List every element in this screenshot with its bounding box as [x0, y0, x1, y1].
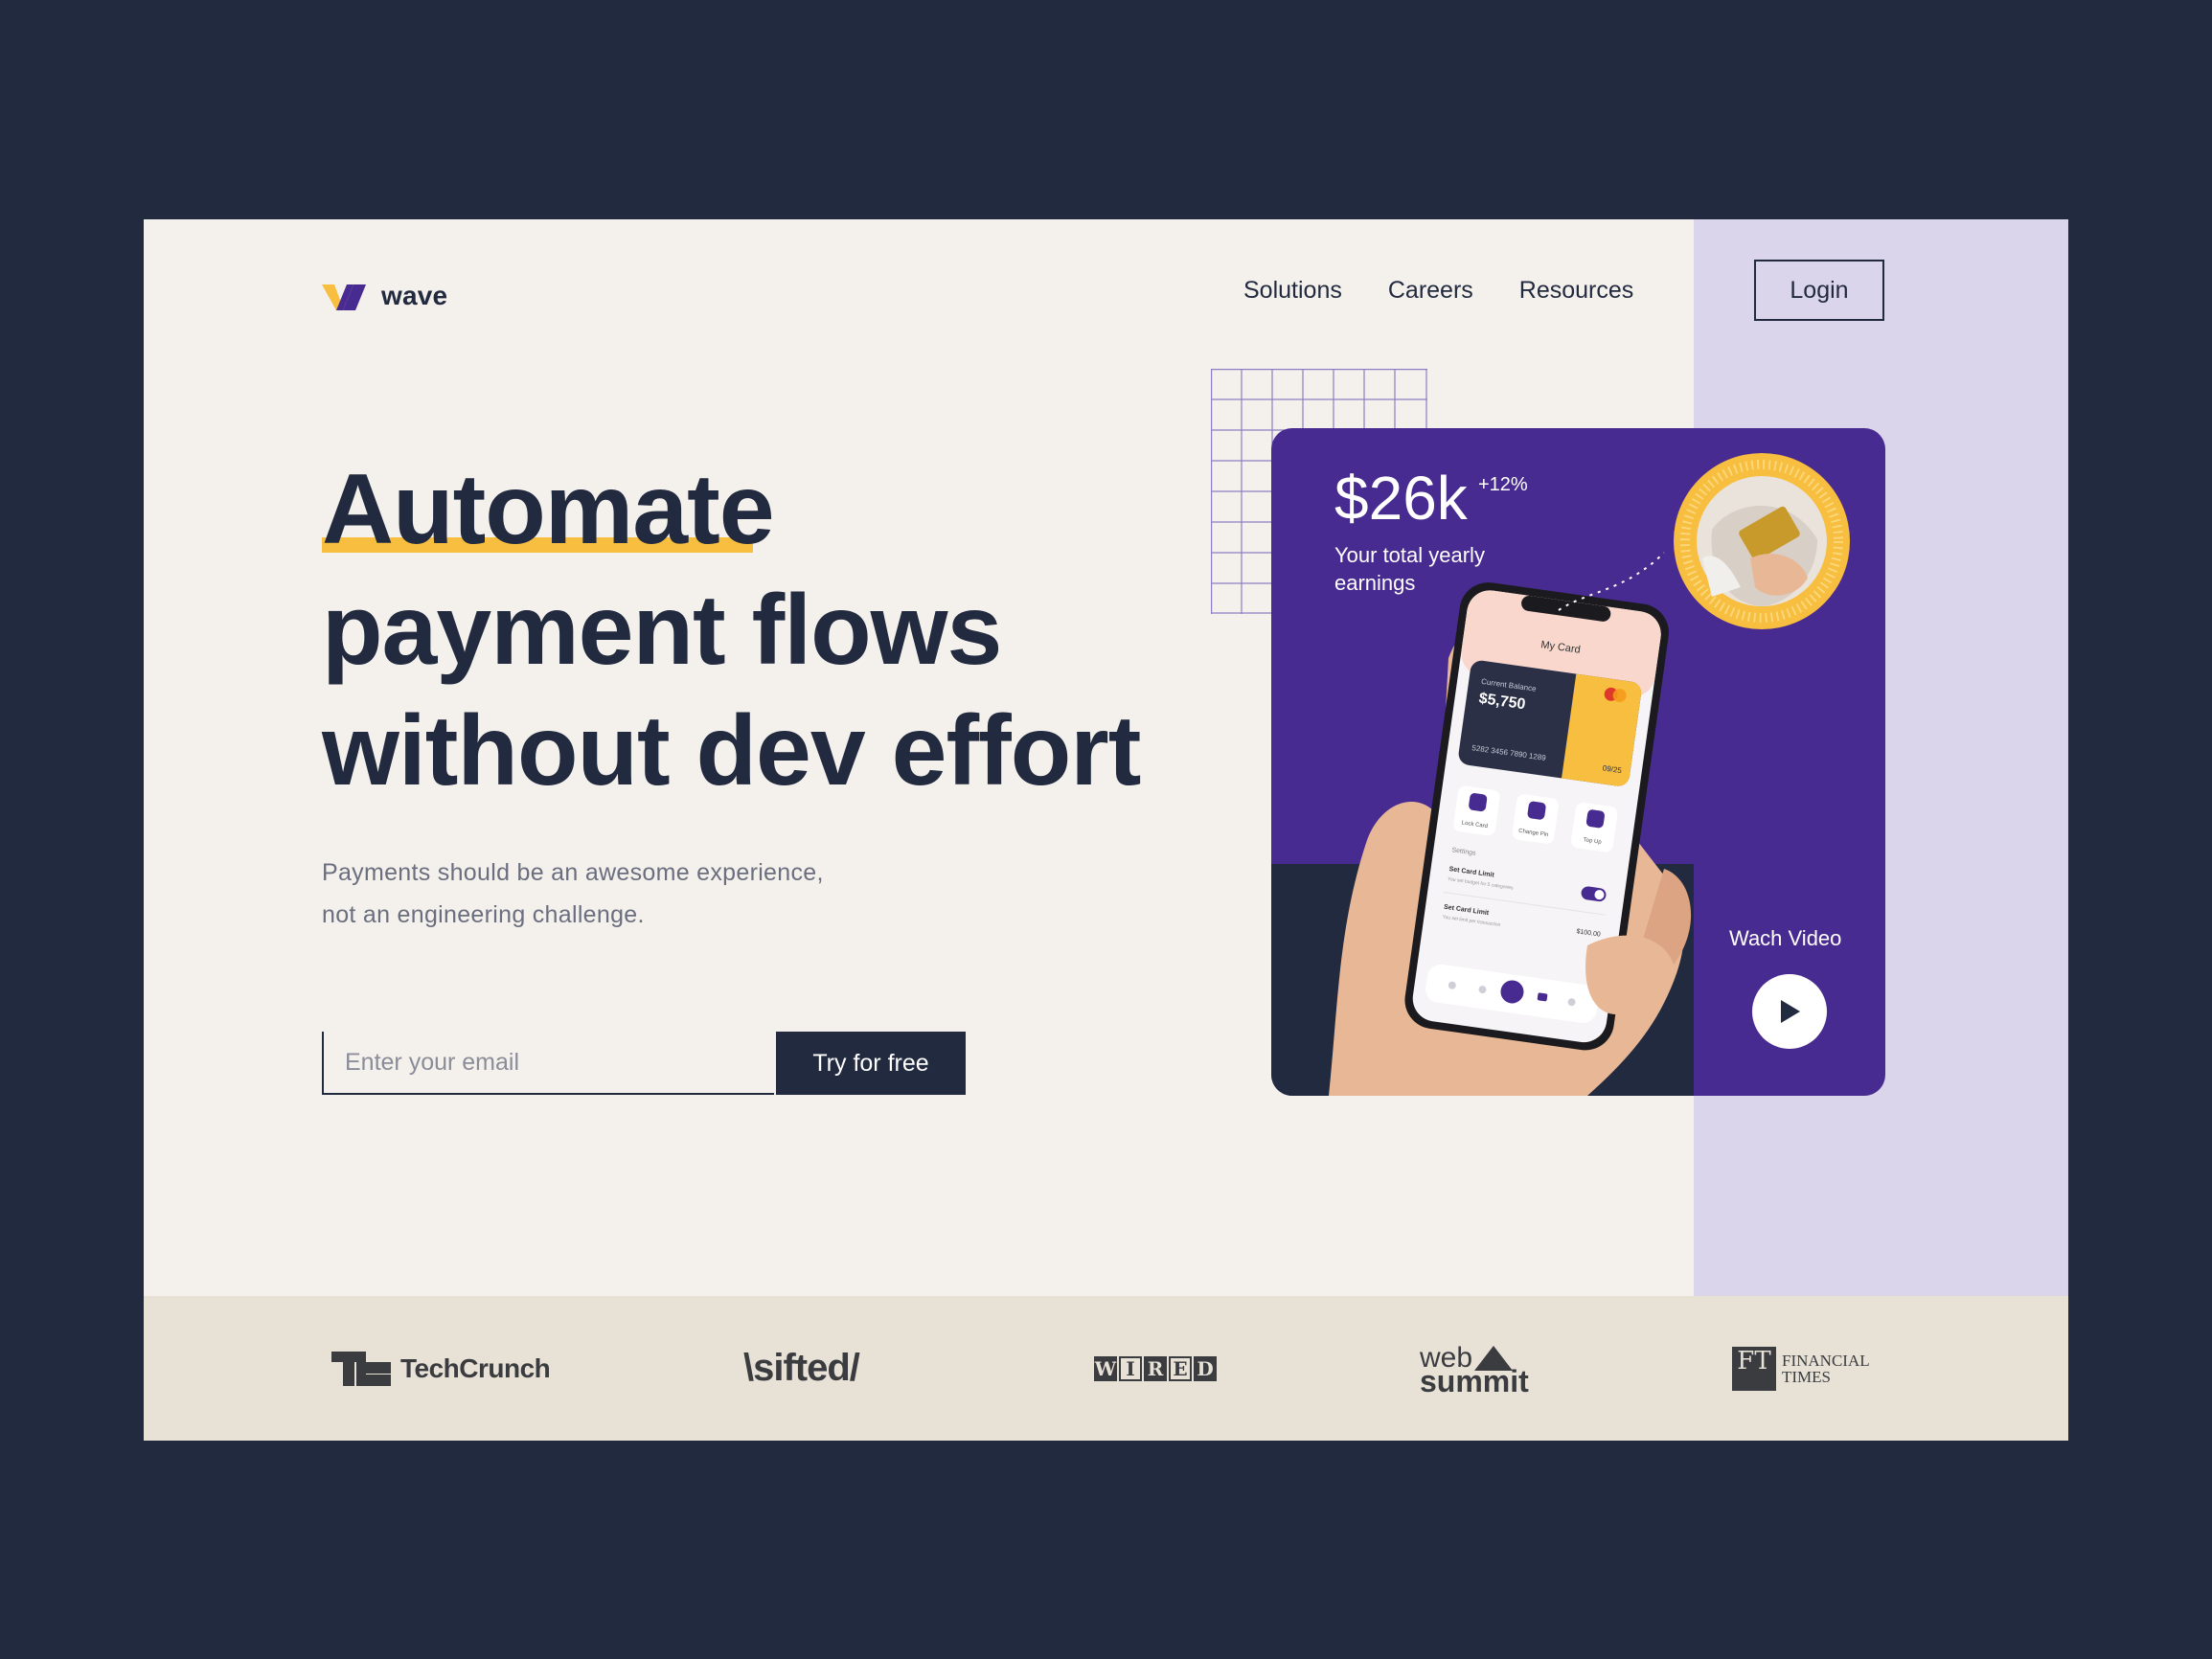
main-nav: Solutions Careers Resources: [1243, 277, 1633, 305]
ft-line-2: TIMES: [1782, 1367, 1831, 1386]
wired-letter: R: [1144, 1355, 1167, 1381]
ft-mark: FT: [1732, 1346, 1776, 1391]
headline-highlight: Automate: [322, 449, 775, 570]
watch-video-label: Wach Video: [1729, 926, 1842, 950]
earnings-card: My Card Current Balance $5,750 5282 3456…: [1271, 428, 1885, 1096]
avatar-badge: [1674, 453, 1850, 629]
wired-letter: I: [1119, 1355, 1142, 1381]
techcrunch-logo: TechCrunch: [331, 1296, 551, 1441]
headline-line-3: without dev effort: [322, 695, 1141, 807]
brand-logo[interactable]: wave: [322, 281, 447, 311]
websummit-logo: web summit: [1420, 1296, 1529, 1441]
login-button[interactable]: Login: [1754, 260, 1884, 321]
ft-line-1: FINANCIAL: [1782, 1351, 1870, 1370]
wired-wordmark: W I R E D: [1094, 1355, 1217, 1381]
websummit-bottom-text: summit: [1420, 1363, 1529, 1398]
nav-resources[interactable]: Resources: [1519, 277, 1634, 305]
wired-letter: D: [1194, 1355, 1217, 1381]
email-input[interactable]: [324, 1032, 774, 1093]
brand-name: wave: [381, 281, 448, 310]
wired-letter: E: [1169, 1355, 1192, 1381]
subtext-line-1: Payments should be an awesome experience…: [322, 859, 824, 886]
earnings-change: +12%: [1478, 474, 1528, 495]
financial-times-logo: FT FINANCIAL TIMES: [1732, 1296, 1870, 1441]
nav-careers[interactable]: Careers: [1388, 277, 1473, 305]
hero-headline: Automate payment flows without dev effor…: [322, 449, 1141, 811]
ft-wordmark: FINANCIAL TIMES: [1782, 1352, 1870, 1385]
earnings-label: Your total yearly earnings: [1334, 543, 1485, 595]
play-icon: [1781, 1000, 1800, 1023]
sifted-logo: \sifted/: [743, 1296, 860, 1441]
hero-subtext: Payments should be an awesome experience…: [322, 852, 824, 936]
try-for-free-button[interactable]: Try for free: [776, 1032, 966, 1095]
email-field-wrapper: [322, 1032, 774, 1095]
landing-page: wave Solutions Careers Resources Login A…: [144, 219, 2068, 1441]
press-logos-strip: TechCrunch \sifted/ W I R E D web summit…: [144, 1296, 2068, 1441]
subtext-line-2: not an engineering challenge.: [322, 901, 645, 928]
nav-solutions[interactable]: Solutions: [1243, 277, 1342, 305]
play-video-button[interactable]: [1752, 974, 1827, 1049]
wired-letter: W: [1094, 1355, 1117, 1381]
websummit-wordmark: web summit: [1420, 1343, 1529, 1398]
wave-logo-icon: [322, 284, 366, 310]
headline-line-2: payment flows: [322, 575, 1002, 686]
techcrunch-text: TechCrunch: [400, 1352, 551, 1383]
techcrunch-mark-icon: [331, 1351, 391, 1386]
earnings-amount: $26k: [1334, 464, 1468, 533]
wired-logo: W I R E D: [1094, 1296, 1217, 1441]
sifted-text: \sifted/: [743, 1347, 860, 1389]
headline-line-1: Automate: [322, 449, 1140, 570]
